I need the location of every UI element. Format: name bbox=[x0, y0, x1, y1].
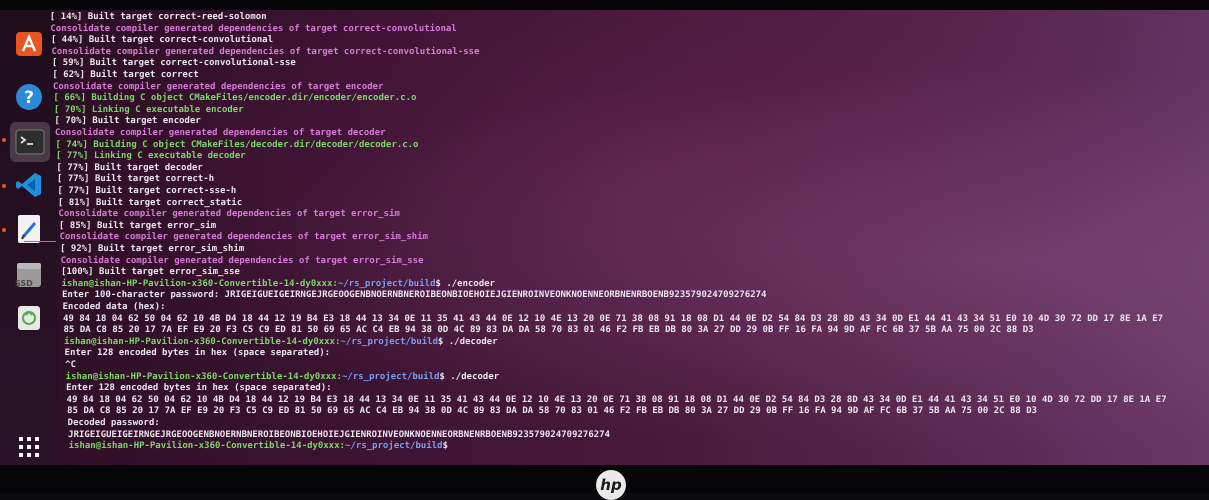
terminal-line: [ 70%] Linking C executable encoder bbox=[53, 104, 244, 115]
terminal-line: Enter 128 encoded bytes in hex (space se… bbox=[65, 383, 332, 394]
terminal-line: Consolidate compiler generated dependenc… bbox=[60, 255, 424, 266]
terminal-icon[interactable] bbox=[10, 122, 50, 162]
terminal-line: Decoded password: bbox=[67, 418, 160, 428]
terminal-line: 85 DA C8 85 20 17 7A EF E9 20 F3 C5 C9 E… bbox=[63, 325, 1034, 336]
ssd-label: SSD bbox=[15, 279, 33, 288]
terminal-line: [ 59%] Built target correct-convolutiona… bbox=[51, 58, 296, 69]
terminal-line: [ 62%] Built target correct bbox=[52, 70, 199, 80]
terminal-line: [ 92%] Built target error_sim_shim bbox=[59, 244, 245, 254]
vscode-icon[interactable] bbox=[12, 168, 46, 202]
terminal-line: [ 14%] Built target correct-reed-solomon bbox=[49, 12, 267, 22]
terminal-line: Consolidate compiler generated dependenc… bbox=[51, 46, 480, 57]
shell-prompt-line: ishan@ishan-HP-Pavilion-x360-Convertible… bbox=[61, 279, 495, 290]
terminal-line: Encoded data (hex): bbox=[62, 302, 166, 312]
terminal-line: [ 77%] Linking C executable decoder bbox=[55, 151, 246, 162]
terminal-line: [ 77%] Built target correct-sse-h bbox=[57, 186, 237, 196]
terminal-line: [ 70%] Built target encoder bbox=[54, 116, 201, 127]
terminal-line: Consolidate compiler generated dependenc… bbox=[50, 23, 457, 34]
terminal-line: [ 66%] Building C object CMakeFiles/enco… bbox=[53, 93, 417, 104]
prompt-path: ~/rs_project/build bbox=[341, 371, 440, 382]
running-indicator bbox=[2, 228, 6, 232]
prompt-command: $ bbox=[442, 441, 449, 452]
prompt-user-host: ishan@ishan-HP-Pavilion-x360-Convertible… bbox=[61, 278, 333, 289]
terminal-line: Consolidate compiler generated dependenc… bbox=[59, 232, 429, 243]
prompt-user-host: ishan@ishan-HP-Pavilion-x360-Convertible… bbox=[63, 336, 336, 347]
running-indicator bbox=[2, 138, 6, 142]
prompt-path: ~/rs_project/build bbox=[340, 336, 439, 347]
terminal-line: [ 77%] Built target correct-h bbox=[56, 174, 215, 185]
terminal-line: Enter 128 encoded bytes in hex (space se… bbox=[64, 348, 331, 359]
terminal-line: [ 77%] Built target decoder bbox=[56, 162, 203, 173]
terminal-line: [ 44%] Built target correct-convolutiona… bbox=[50, 35, 274, 46]
software-center-icon[interactable] bbox=[12, 26, 46, 60]
hp-logo: hp bbox=[596, 470, 626, 500]
terminal-output[interactable]: [ 14%] Built target correct-reed-solomon… bbox=[40, 10, 1200, 465]
terminal-line: [ 85%] Built target error_sim bbox=[58, 220, 217, 231]
prompt-path: ~/rs_project/build bbox=[337, 278, 436, 289]
terminal-line: 49 84 18 04 62 50 04 62 10 4B D4 18 44 1… bbox=[66, 394, 1167, 405]
terminal-line: ^C bbox=[64, 360, 77, 370]
prompt-user-host: ishan@ishan-HP-Pavilion-x360-Convertible… bbox=[68, 441, 340, 452]
shell-prompt-line: ishan@ishan-HP-Pavilion-x360-Convertible… bbox=[64, 337, 498, 348]
terminal-line: Enter 100-character password: JRIGEIGUEI… bbox=[61, 290, 767, 301]
terminal-line: [ 74%] Building C object CMakeFiles/deco… bbox=[55, 139, 419, 150]
terminal-line: Consolidate compiler generated dependenc… bbox=[54, 128, 386, 138]
trash-icon[interactable] bbox=[12, 300, 46, 334]
screen: ? SSD [14%] Built target correct-reed-s… bbox=[0, 10, 1209, 465]
svg-text:?: ? bbox=[24, 88, 34, 108]
terminal-line: [ 81%] Built target correct_static bbox=[57, 197, 243, 208]
terminal-line: JRIGEIGUEIGEIRNGEJRGEOOGENBNOERNBNEROIBE… bbox=[68, 429, 611, 440]
running-indicator bbox=[2, 184, 6, 188]
terminal-line: 49 84 18 04 62 50 04 62 10 4B D4 18 44 1… bbox=[62, 313, 1164, 324]
prompt-command: $ ./decoder bbox=[437, 336, 498, 347]
prompt-command: $ ./encoder bbox=[435, 278, 496, 289]
help-icon[interactable]: ? bbox=[12, 80, 46, 114]
terminal-line: 85 DA C8 85 20 17 7A EF E9 20 F3 C5 C9 E… bbox=[66, 406, 1038, 417]
terminal-line: Consolidate compiler generated dependenc… bbox=[52, 81, 384, 92]
prompt-user-host: ishan@ishan-HP-Pavilion-x360-Convertible… bbox=[65, 371, 337, 382]
terminal-line: [100%] Built target error_sim_sse bbox=[60, 267, 240, 278]
ssd-drive-icon[interactable]: SSD bbox=[12, 258, 46, 292]
shell-prompt-line: ishan@ishan-HP-Pavilion-x360-Convertible… bbox=[65, 372, 499, 383]
prompt-path: ~/rs_project/build bbox=[344, 441, 443, 452]
terminal-line: Consolidate compiler generated dependenc… bbox=[58, 209, 400, 220]
prompt-command: $ ./decoder bbox=[439, 371, 500, 382]
shell-prompt-line: ishan@ishan-HP-Pavilion-x360-Convertible… bbox=[68, 441, 449, 452]
